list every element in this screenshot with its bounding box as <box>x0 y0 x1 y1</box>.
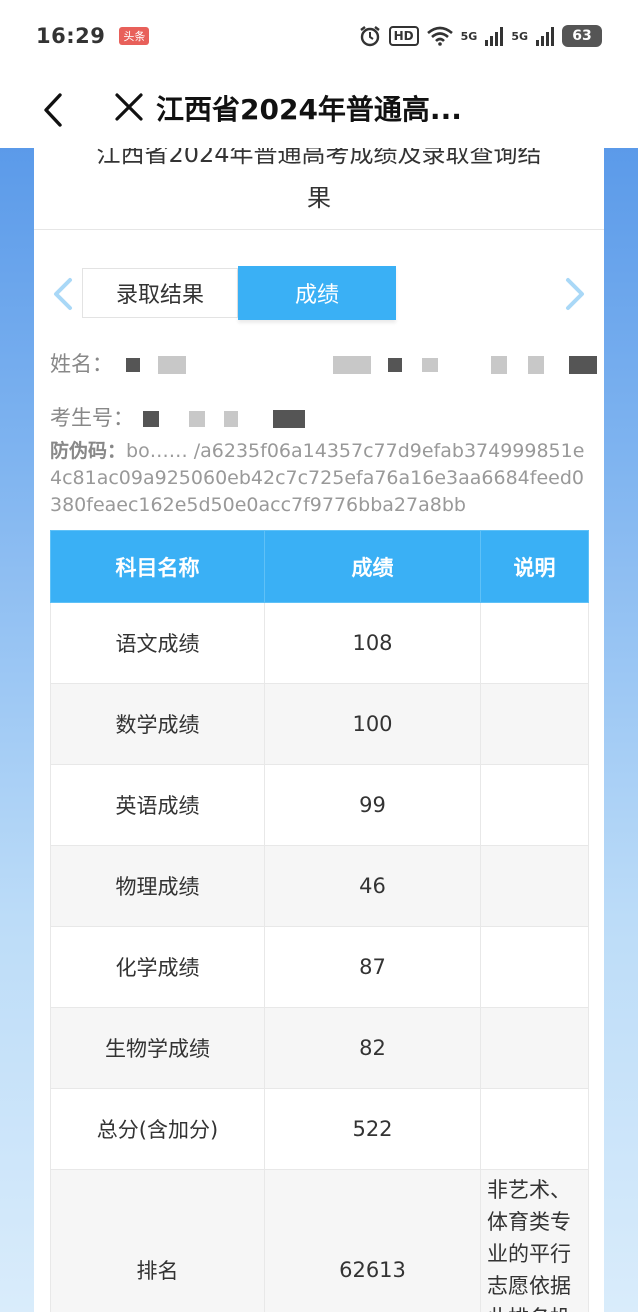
battery-icon: 63 <box>562 25 602 47</box>
name-redacted <box>120 352 597 376</box>
anti-fake-code: 防伪码：bo…… /a6235f06a14357c77d9efab3749998… <box>50 438 590 519</box>
network-label-2: 5G <box>511 29 528 43</box>
table-header-row: 科目名称 成绩 说明 <box>50 530 589 603</box>
status-bar: 16:29 头条 HD 5G 5G 63 <box>0 0 638 72</box>
name-row: 姓名： <box>50 348 597 378</box>
anti-fake-code-label: 防伪码： <box>50 440 127 462</box>
chevron-right-icon[interactable] <box>562 276 588 312</box>
note-cell <box>480 683 589 765</box>
notification-badge: 头条 <box>119 27 150 45</box>
chevron-left-icon[interactable] <box>50 276 76 312</box>
back-icon[interactable] <box>38 92 68 128</box>
score-cell: 522 <box>264 1088 481 1170</box>
note-cell <box>480 764 589 846</box>
subject-cell: 排名 <box>50 1169 265 1312</box>
student-id-redacted <box>141 406 305 430</box>
subject-cell: 数学成绩 <box>50 683 265 765</box>
signal-icon-1 <box>485 26 504 46</box>
table-row: 数学成绩 100 <box>50 683 589 765</box>
table-row: 英语成绩 99 <box>50 764 589 846</box>
network-label-1: 5G <box>460 29 478 43</box>
hd-icon: HD <box>388 26 419 46</box>
subject-cell: 语文成绩 <box>50 602 265 684</box>
note-cell <box>480 602 589 684</box>
card-heading-line-1: 江西省2024年普通高考成绩及录取查询结 <box>96 148 542 168</box>
score-cell: 87 <box>264 926 481 1008</box>
score-cell: 100 <box>264 683 481 765</box>
note-cell <box>480 1088 589 1170</box>
table-row: 生物学成绩 82 <box>50 1007 589 1089</box>
status-time: 16:29 <box>36 24 106 48</box>
tab-bar: 录取结果 成绩 <box>34 266 604 326</box>
page-title: 江西省2024年普通高... <box>156 93 462 126</box>
score-table: 科目名称 成绩 说明 语文成绩 108 数学成绩 100 英语成绩 99 物理成… <box>50 530 589 1312</box>
score-cell: 46 <box>264 845 481 927</box>
score-cell: 62613 <box>264 1169 481 1312</box>
score-cell: 108 <box>264 602 481 684</box>
nav-bar: 江西省2024年普通高... <box>0 72 638 148</box>
subject-cell: 物理成绩 <box>50 845 265 927</box>
note-cell <box>480 1007 589 1089</box>
table-row: 排名 62613 非艺术、体育类专业的平行志愿依据此排名投 <box>50 1169 589 1312</box>
anti-fake-code-value: bo…… /a6235f06a14357c77d9efab374999851e4… <box>50 440 585 516</box>
student-id-row: 考生号： <box>50 402 305 432</box>
table-row: 总分(含加分) 522 <box>50 1088 589 1170</box>
tab-admission-result[interactable]: 录取结果 <box>82 268 238 318</box>
card-heading: 江西省2024年普通高考成绩及录取查询结 果 <box>34 148 604 230</box>
table-row: 化学成绩 87 <box>50 926 589 1008</box>
wifi-icon <box>426 26 453 46</box>
name-label: 姓名： <box>50 352 113 376</box>
note-cell: 非艺术、体育类专业的平行志愿依据此排名投 <box>480 1169 589 1312</box>
column-header-score: 成绩 <box>264 530 481 603</box>
close-icon[interactable] <box>114 92 144 122</box>
column-header-note: 说明 <box>480 530 589 603</box>
note-cell <box>480 845 589 927</box>
card-heading-line-2: 果 <box>307 184 331 212</box>
signal-icon-2 <box>536 26 554 46</box>
tab-scores[interactable]: 成绩 <box>238 266 396 320</box>
subject-cell: 生物学成绩 <box>50 1007 265 1089</box>
note-cell <box>480 926 589 1008</box>
table-row: 物理成绩 46 <box>50 845 589 927</box>
student-id-label: 考生号： <box>50 406 134 430</box>
subject-cell: 总分(含加分) <box>50 1088 265 1170</box>
table-row: 语文成绩 108 <box>50 602 589 684</box>
status-icons: HD 5G 5G 63 <box>359 25 602 47</box>
score-cell: 82 <box>264 1007 481 1089</box>
subject-cell: 英语成绩 <box>50 764 265 846</box>
result-card: 江西省2024年普通高考成绩及录取查询结 果 录取结果 成绩 姓名： 考生号： <box>34 148 604 1312</box>
alarm-icon <box>359 26 380 47</box>
subject-cell: 化学成绩 <box>50 926 265 1008</box>
column-header-subject: 科目名称 <box>50 530 265 603</box>
score-cell: 99 <box>264 764 481 846</box>
